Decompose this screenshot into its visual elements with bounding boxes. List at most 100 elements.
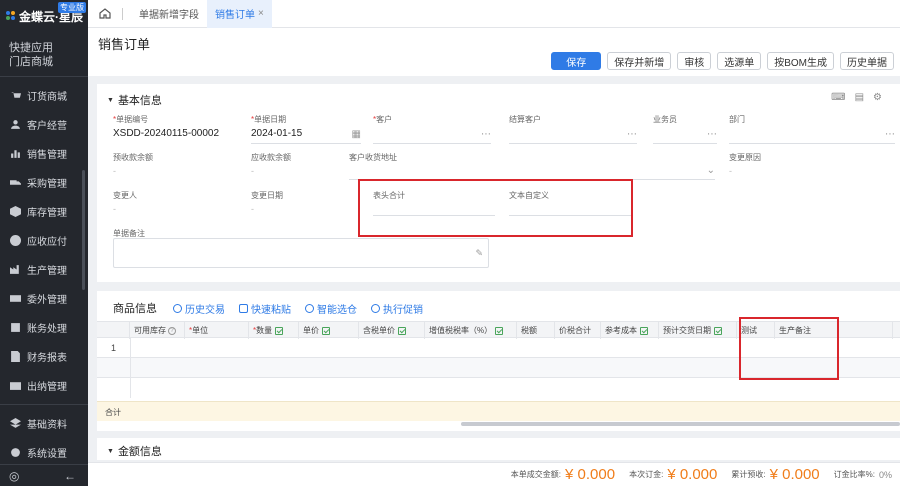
checkbox-icon[interactable] [640, 326, 648, 335]
grid-hscrollbar[interactable] [461, 422, 900, 426]
checkbox-icon[interactable] [398, 326, 406, 335]
nav-divider [0, 76, 88, 77]
more-icon[interactable]: ⋯ [885, 129, 895, 140]
field-value: - [113, 166, 116, 176]
memo-textarea[interactable]: ✎ [113, 238, 489, 268]
section-title: 商品信息 [113, 303, 157, 315]
header-total-field[interactable]: 表头合计 [373, 190, 495, 216]
checkbox-icon[interactable] [275, 326, 284, 335]
save-and-new-button[interactable]: 保存并新增 [607, 52, 672, 70]
factory-icon [9, 264, 21, 276]
total-label: 合计 [105, 408, 121, 417]
col-prod-memo[interactable]: 生产备注 [775, 322, 893, 339]
col-test[interactable]: 测试 [737, 322, 775, 339]
edit-icon[interactable]: ✎ [475, 248, 483, 259]
grid-header: 可用库存? * 单位 * 数量 单价 含税单价 增值税税率（%） 税额 价税合计 参… [97, 321, 900, 339]
table-row[interactable]: 1 [97, 338, 900, 358]
deal-amount: 本单成交金额: ¥ 0.000 [510, 466, 616, 483]
sidebar-item-label: 销售管理 [27, 150, 67, 161]
sidebar-item-10[interactable]: 财务报表 [0, 342, 88, 371]
gear-icon[interactable]: ⚙ [873, 92, 882, 103]
sidebar-item-13[interactable]: 系统设置 [0, 438, 88, 467]
calendar-icon[interactable]: ▦ [352, 129, 361, 140]
sidebar-item-label: 出纳管理 [27, 382, 67, 393]
ship-address-field[interactable]: 客户收货地址 ⌄ [349, 152, 715, 180]
tab-bar: 单据新增字段 销售订单 × [88, 0, 900, 28]
sidebar-item-7[interactable]: 生产管理 [0, 255, 88, 284]
table-row[interactable] [97, 378, 900, 398]
more-icon[interactable]: ⋯ [627, 129, 637, 140]
close-icon[interactable]: × [258, 8, 264, 19]
col-unit[interactable]: * 单位 [185, 322, 249, 339]
truck-icon [9, 177, 21, 189]
col-vat-rate[interactable]: 增值税税率（%） [425, 322, 517, 339]
collapse-arrow-icon[interactable]: ← [64, 469, 76, 483]
page-title: 销售订单 [98, 37, 151, 52]
basic-info-title[interactable]: ▼ 基本信息 [107, 92, 162, 108]
settle-customer-field[interactable]: 结算客户 ⋯ [509, 114, 637, 144]
sidebar-item-12[interactable]: 基础资料 [0, 409, 88, 438]
bill-date-field[interactable]: *单据日期 2024-01-15 ▦ [251, 114, 361, 144]
col-delivery-date[interactable]: 预计交货日期 [659, 322, 737, 339]
field-label: 客户 [376, 115, 393, 124]
table-row[interactable] [97, 358, 900, 378]
sidebar-item-11[interactable]: 出纳管理 [0, 371, 88, 400]
smart-warehouse-button[interactable]: 智能选仓 [305, 301, 357, 316]
field-label: 变更日期 [251, 191, 283, 200]
field-label: 变更原因 [729, 153, 761, 162]
bill-no-field[interactable]: *单据编号 XSDD-20240115-00002 [113, 114, 225, 144]
col-total[interactable]: 价税合计 [555, 322, 601, 339]
save-button[interactable]: 保存 [551, 52, 602, 70]
help-icon[interactable]: ? [168, 326, 176, 335]
sidebar-item-8[interactable]: 委外管理 [0, 284, 88, 313]
audit-button[interactable]: 审核 [677, 52, 712, 70]
sidebar-scrollbar[interactable] [82, 170, 85, 290]
quick-apps[interactable]: 快捷应用 门店商城 [0, 32, 88, 73]
col-price[interactable]: 单价 [299, 322, 359, 339]
sidebar-item-5[interactable]: 库存管理 [0, 197, 88, 226]
checkbox-icon[interactable] [322, 326, 330, 335]
panel-tools: ⌨ ▤ ⚙ [831, 92, 882, 103]
cashier-icon [9, 380, 21, 392]
more-icon[interactable]: ⋯ [481, 129, 491, 140]
clock-icon [173, 303, 182, 313]
sidebar-item-4[interactable]: 采购管理 [0, 168, 88, 197]
sidebar-item-2[interactable]: 客户经营 [0, 110, 88, 139]
tab-new-field[interactable]: 单据新增字段 [131, 0, 207, 28]
salesman-field[interactable]: 业务员 ⋯ [653, 114, 717, 144]
checkbox-icon[interactable] [714, 326, 722, 335]
footer-summary: 本单成交金额: ¥ 0.000 本次订金: ¥ 0.000 累计预收: ¥ 0.000… [88, 462, 900, 486]
home-icon[interactable] [88, 8, 122, 19]
amount-title[interactable]: ▼ 金额信息 [107, 443, 162, 459]
tab-sales-order[interactable]: 销售订单 × [207, 0, 272, 28]
sidebar-item-label: 委外管理 [27, 295, 67, 306]
sidebar-item-label: 生产管理 [27, 266, 67, 277]
settings-ring-icon[interactable]: ◎ [9, 469, 19, 483]
customer-field[interactable]: *客户 ⋯ [373, 114, 491, 144]
sidebar-item-3[interactable]: 销售管理 [0, 139, 88, 168]
select-source-button[interactable]: 选源单 [717, 52, 762, 70]
col-tax-price[interactable]: 含税单价 [359, 322, 425, 339]
keyboard-icon[interactable]: ⌨ [831, 92, 845, 103]
history-bills-button[interactable]: 历史单据 [840, 52, 894, 70]
quick-paste-button[interactable]: 快速粘贴 [239, 301, 291, 316]
col-tax[interactable]: 税额 [517, 322, 555, 339]
layout-icon[interactable]: ▤ [855, 92, 864, 103]
text-custom-field[interactable]: 文本自定义 [509, 190, 631, 216]
col-ref-cost[interactable]: 参考成本 [601, 322, 659, 339]
bom-generate-button[interactable]: 按BOM生成 [767, 52, 834, 70]
col-stock[interactable]: 可用库存? [130, 322, 185, 339]
sidebar-item-9[interactable]: 账务处理 [0, 313, 88, 342]
chevron-down-icon[interactable]: ⌄ [707, 165, 715, 176]
brand-logo[interactable]: 金蝶云·星辰 专业版 [0, 0, 88, 32]
sidebar-item-1[interactable]: 订货商城 [0, 81, 88, 110]
dept-field[interactable]: 部门 ⋯ [729, 114, 895, 144]
col-qty[interactable]: * 数量 [249, 322, 299, 339]
history-trade-button[interactable]: 历史交易 [173, 301, 225, 316]
sidebar-item-6[interactable]: 应收应付 [0, 226, 88, 255]
collapse-triangle-icon: ▼ [107, 96, 114, 104]
execute-promotion-button[interactable]: 执行促销 [371, 301, 423, 316]
more-icon[interactable]: ⋯ [707, 129, 717, 140]
sidebar-item-label: 客户经营 [27, 121, 67, 132]
checkbox-icon[interactable] [495, 326, 504, 335]
